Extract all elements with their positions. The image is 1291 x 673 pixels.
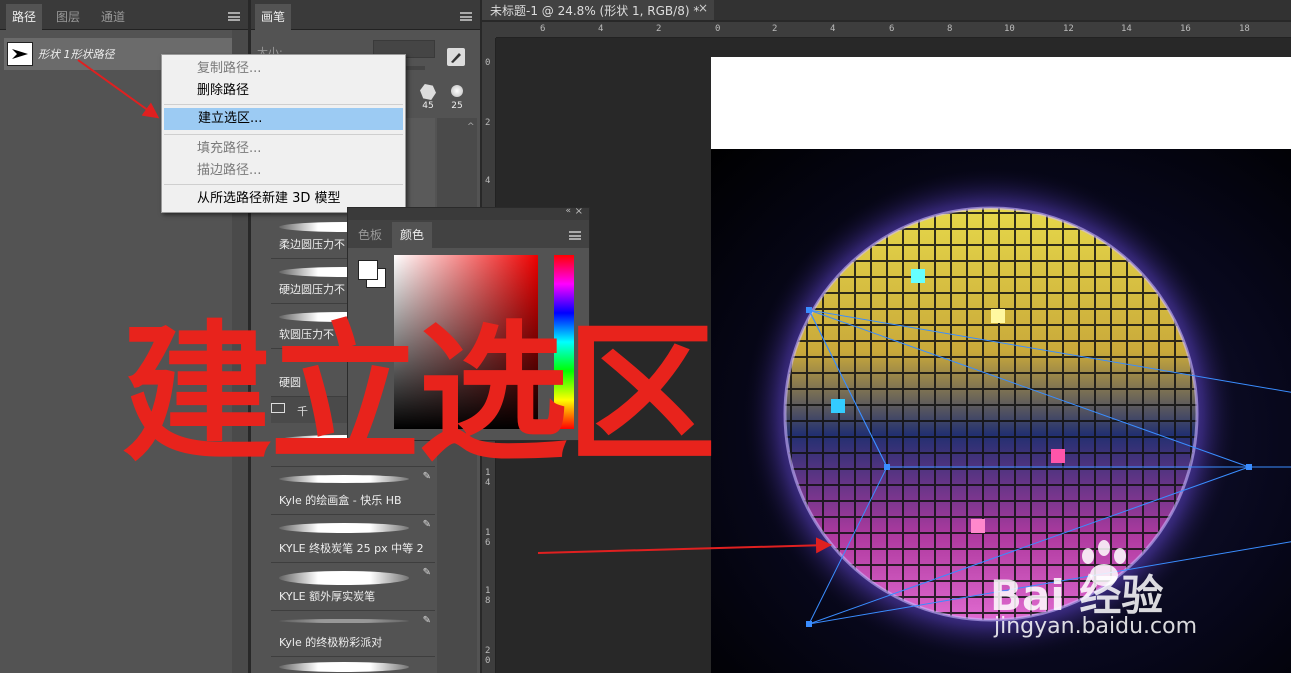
- overlay-big-title: 建立选区: [122, 308, 716, 482]
- baidu-watermark: Bai 经验 jingyan.baidu.com: [990, 540, 1250, 640]
- watermark-url: jingyan.baidu.com: [994, 614, 1198, 639]
